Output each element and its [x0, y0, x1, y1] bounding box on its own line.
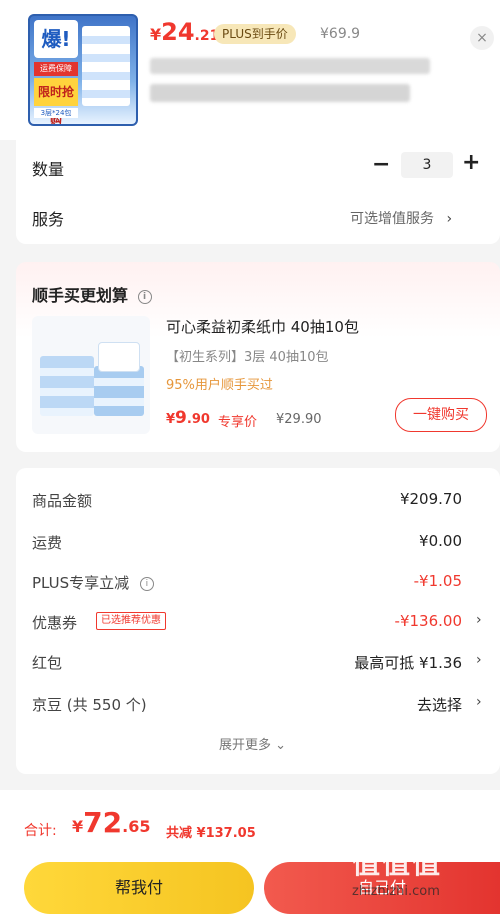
addon-exclusive-label: 专享价: [218, 415, 258, 430]
chevron-right-icon: ›: [476, 652, 482, 668]
summary-value: 最高可抵 ¥1.36: [354, 654, 462, 672]
watermark-url: zhizhizhi.com: [352, 884, 440, 899]
summary-label: 京豆 (共 550 个): [32, 696, 147, 714]
summary-value: ¥0.00: [419, 532, 462, 550]
summary-value: ¥209.70: [399, 490, 462, 508]
jd-beans-row[interactable]: 去选择 ›: [416, 694, 482, 715]
addon-product-image[interactable]: [32, 316, 150, 434]
tissue-pack-graphic: [94, 366, 144, 416]
summary-value: -¥136.00: [394, 612, 462, 630]
watermark-logo: 值值值: [352, 847, 443, 880]
total-label: 合计:: [24, 823, 57, 839]
summary-label: 优惠券: [32, 614, 78, 632]
quantity-minus-button[interactable]: −: [372, 152, 390, 177]
summary-value: 去选择: [416, 696, 462, 714]
service-selector[interactable]: 可选增值服务 ›: [350, 208, 452, 228]
addon-title: 顺手买更划算 i: [32, 282, 152, 306]
summary-label: 商品金额: [32, 492, 93, 510]
coupon-row[interactable]: -¥136.00 ›: [394, 612, 482, 630]
quantity-plus-button[interactable]: +: [462, 150, 480, 175]
coupon-tag: 已选推荐优惠: [96, 612, 166, 630]
original-price: ¥69.9: [320, 26, 361, 42]
blurred-product-spec: [150, 84, 410, 102]
summary-label: 运费: [32, 534, 63, 552]
tissue-pack-graphic: [98, 342, 140, 372]
thumb-spec: 3层*24包: [34, 108, 78, 118]
quantity-input[interactable]: 3: [401, 152, 453, 178]
red-packet-row[interactable]: 最高可抵 ¥1.36 ›: [354, 652, 481, 673]
thumb-burst-text: 爆!: [34, 20, 78, 58]
plus-price: ¥24.21: [150, 18, 220, 46]
quantity-label: 数量: [32, 160, 65, 179]
chevron-right-icon: ›: [476, 694, 482, 710]
thumb-tag: 运费保障: [34, 62, 78, 76]
total-price: ¥72.65: [72, 806, 151, 839]
info-icon[interactable]: i: [139, 576, 154, 591]
addon-purchase-rate: 95%用户顺手买过: [166, 378, 273, 393]
service-label: 服务: [32, 210, 65, 229]
summary-value: -¥1.05: [413, 572, 462, 590]
tissue-pack-graphic: [40, 356, 94, 416]
thumb-flash-sale: 限时抢购: [34, 78, 78, 124]
chevron-right-icon: ›: [446, 211, 453, 227]
addon-product-name[interactable]: 可心柔益初柔纸巾 40抽10包: [166, 316, 359, 337]
close-icon[interactable]: ×: [470, 26, 494, 50]
one-click-buy-button[interactable]: 一键购买: [395, 398, 487, 432]
total-savings: 共减 ¥137.05: [166, 826, 256, 841]
product-thumbnail[interactable]: 爆! 运费保障 限时抢购 3层*24包: [28, 14, 138, 126]
plus-price-badge: PLUS到手价: [214, 24, 296, 44]
info-icon[interactable]: i: [137, 289, 152, 304]
addon-price: ¥9.90: [166, 408, 210, 428]
summary-label: 红包: [32, 654, 63, 672]
addon-product-spec: 【初生系列】3层 40抽10包: [166, 350, 329, 365]
chevron-right-icon: ›: [476, 612, 482, 628]
thumb-tissue-packs: [82, 26, 130, 106]
summary-label: PLUS专享立减: [32, 574, 130, 592]
ask-friend-pay-button[interactable]: 帮我付: [24, 862, 254, 914]
blurred-product-title: [150, 58, 430, 74]
addon-original-price: ¥29.90: [276, 412, 322, 427]
plus-discount-row: PLUS专享立减 i: [32, 572, 154, 593]
expand-more-button[interactable]: 展开更多 ⌄: [219, 734, 286, 753]
service-value: 可选增值服务: [350, 211, 434, 227]
